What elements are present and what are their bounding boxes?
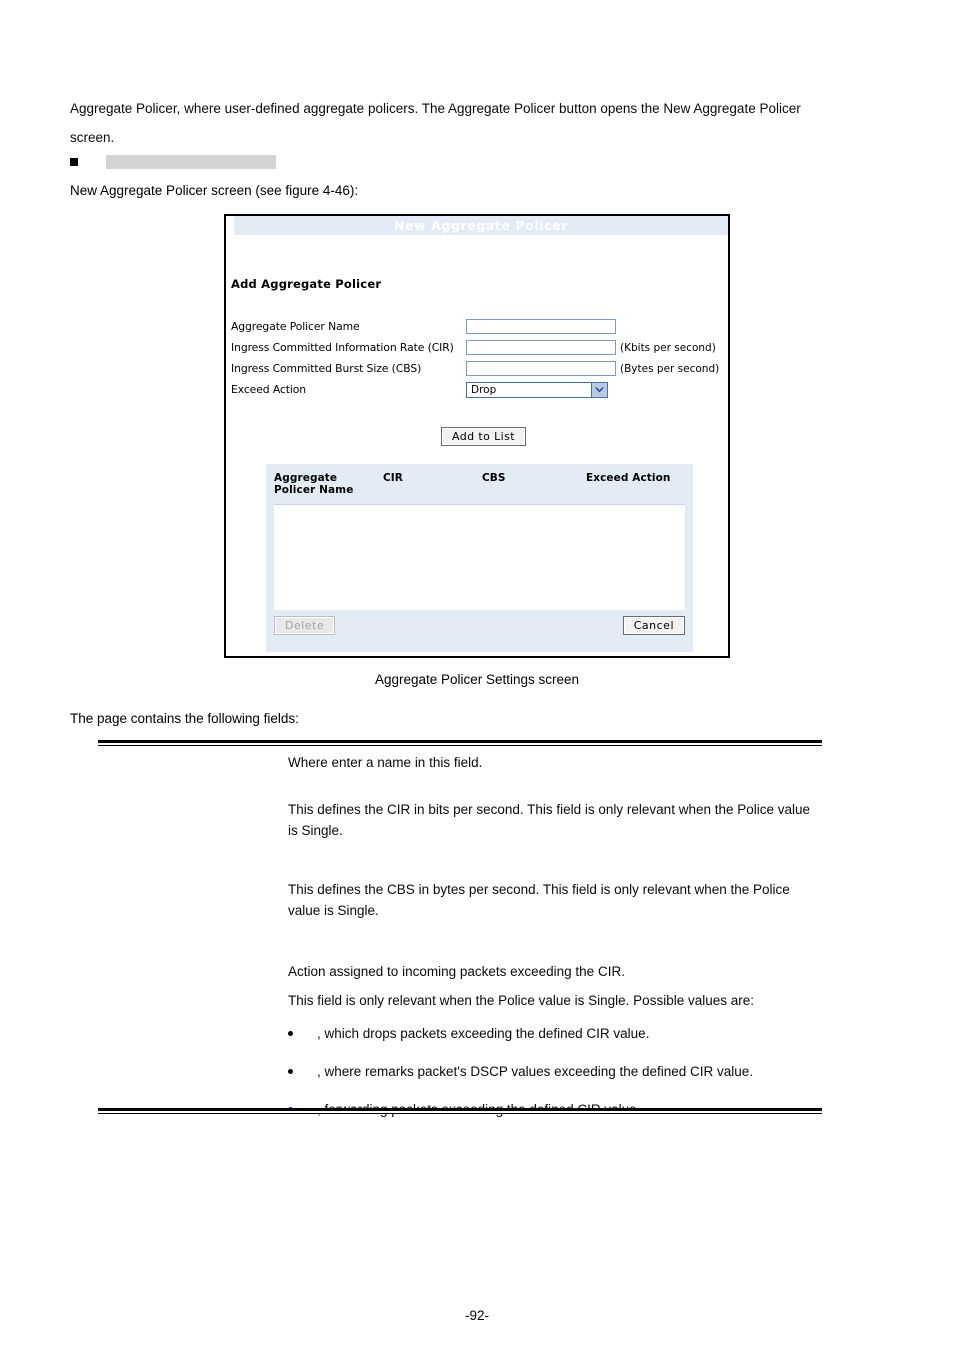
value-desc-drop: , which drops packets exceeding the defi… <box>317 1026 650 1041</box>
field-row-cir: Ingress Committed Information Rate (CIR)… <box>231 337 727 358</box>
list-item-text: , where remarks packet's DSCP values exc… <box>317 1061 822 1082</box>
column-header-policer-name-line1: Aggregate <box>274 472 338 484</box>
label-cir: Ingress Committed Information Rate (CIR) <box>231 341 454 354</box>
list-footer: Delete Cancel <box>274 614 685 636</box>
field-row-policer-name: Aggregate Policer Name <box>231 316 727 337</box>
label-exceed-action: Exceed Action <box>231 383 307 396</box>
aggregate-policer-dialog: New Aggregate Policer Add Aggregate Poli… <box>224 214 730 658</box>
column-header-cbs: CBS <box>481 472 506 484</box>
exceed-action-desc-line-2: This field is only relevant when the Pol… <box>288 993 754 1008</box>
definition-description-policer-name: Where enter a name in this field. <box>288 755 483 770</box>
list-item: , where remarks packet's DSCP values exc… <box>288 1061 822 1082</box>
aggregate-policer-form: Aggregate Policer Name Ingress Committed… <box>231 316 727 400</box>
definitions-top-rule <box>98 740 822 746</box>
definition-description-cbs: This defines the CBS in bytes per second… <box>288 882 790 918</box>
fields-intro-text: The page contains the following fields: <box>70 711 299 726</box>
value-desc-remark: , where remarks packet's DSCP values exc… <box>317 1064 754 1079</box>
column-header-policer-name-line2: Policer Name <box>274 484 354 496</box>
column-header-policer-name: Aggregate Policer Name <box>274 472 383 496</box>
exceed-action-selected-value: Drop <box>471 383 497 396</box>
definitions-bottom-rule <box>98 1108 822 1114</box>
bullet-icon <box>288 1069 293 1074</box>
figure-caption: Aggregate Policer Settings screen <box>374 672 580 687</box>
dialog-section-heading: Add Aggregate Policer <box>231 277 382 291</box>
policer-list-body[interactable] <box>274 504 685 610</box>
cancel-button[interactable]: Cancel <box>622 615 685 635</box>
add-to-list-button[interactable]: Add to List <box>441 427 526 446</box>
dialog-body: Add Aggregate Policer Aggregate Policer … <box>226 235 728 656</box>
chevron-down-icon[interactable] <box>591 382 607 397</box>
field-row-cbs: Ingress Committed Burst Size (CBS) (Byte… <box>231 358 727 379</box>
label-cbs: Ingress Committed Burst Size (CBS) <box>231 362 422 375</box>
redacted-label-box <box>106 155 276 169</box>
redacted-bullet-item <box>70 152 570 172</box>
definition-row-cir: This defines the CIR in bits per second.… <box>98 799 822 841</box>
page-number: -92- <box>464 1308 489 1323</box>
column-header-exceed-action: Exceed Action <box>585 472 671 484</box>
cir-input[interactable] <box>466 340 616 355</box>
aggregate-policer-list-panel: Aggregate Policer Name CIR CBS Exceed Ac… <box>266 464 693 652</box>
column-header-cir: CIR <box>382 472 403 484</box>
intro-paragraph-line-1: Aggregate Policer, where user-defined ag… <box>70 101 801 116</box>
definition-term-policer-name <box>98 752 288 773</box>
definitions-table: Where enter a name in this field. This d… <box>98 752 822 1137</box>
label-policer-name: Aggregate Policer Name <box>231 320 360 333</box>
field-row-exceed-action: Exceed Action Drop <box>231 379 727 400</box>
intro-paragraph-line-2: screen. <box>70 130 115 145</box>
exceed-action-desc-line-1: Action assigned to incoming packets exce… <box>288 964 625 979</box>
definition-term-cbs <box>98 879 288 921</box>
unit-cir: (Kbits per second) <box>620 341 716 354</box>
list-item-text: , which drops packets exceeding the defi… <box>317 1023 822 1044</box>
exceed-action-select[interactable]: Drop <box>466 381 608 398</box>
figure-reference-text: New Aggregate Policer screen (see figure… <box>70 183 359 198</box>
unit-cbs: (Bytes per second) <box>620 362 720 375</box>
policer-name-input[interactable] <box>466 319 616 334</box>
definition-description-cir: This defines the CIR in bits per second.… <box>288 802 811 838</box>
cbs-input[interactable] <box>466 361 616 376</box>
document-page: Aggregate Policer, where user-defined ag… <box>0 0 954 1350</box>
definition-row-cbs: This defines the CBS in bytes per second… <box>98 879 822 921</box>
definition-term-cir <box>98 799 288 841</box>
exceed-action-values-list: , which drops packets exceeding the defi… <box>288 1023 822 1120</box>
list-header-row: Aggregate Policer Name CIR CBS Exceed Ac… <box>266 464 693 498</box>
delete-button[interactable]: Delete <box>274 615 336 635</box>
list-item: , which drops packets exceeding the defi… <box>288 1023 822 1044</box>
bullet-icon <box>288 1031 293 1036</box>
dialog-title: New Aggregate Policer <box>234 216 728 235</box>
definition-row-policer-name: Where enter a name in this field. <box>98 752 822 773</box>
square-bullet-icon <box>70 158 78 166</box>
